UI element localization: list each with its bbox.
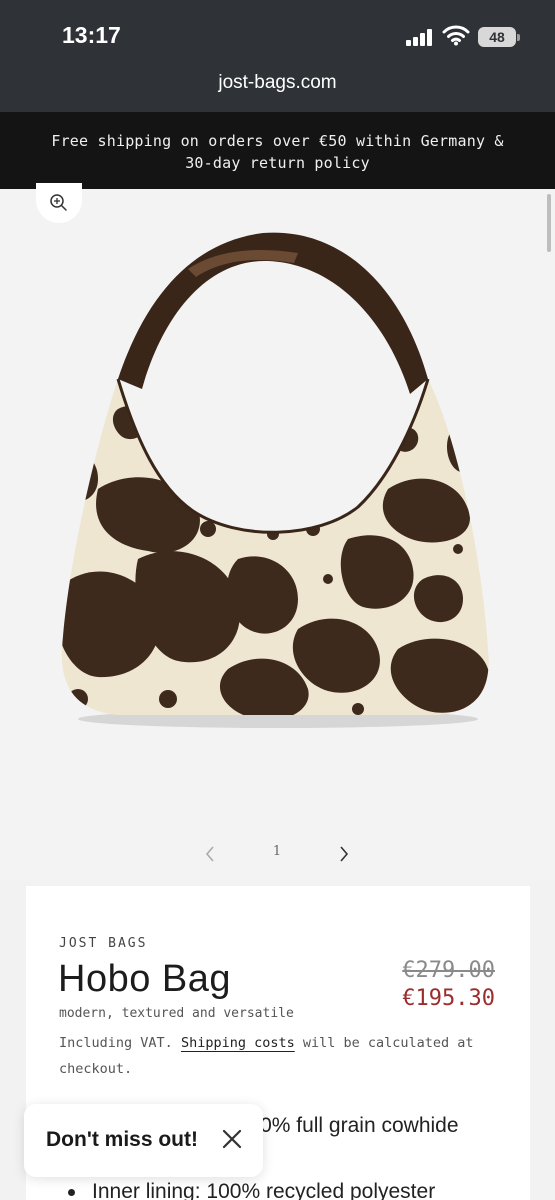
product-image[interactable]: [58, 229, 498, 729]
status-time: 13:17: [62, 22, 121, 48]
close-icon[interactable]: [221, 1128, 243, 1150]
product-subtitle: modern, textured and versatile: [59, 1006, 294, 1021]
price-compare: €279.00: [402, 958, 495, 983]
product-title: Hobo Bag: [58, 958, 232, 1000]
feature-text: Inner lining: 100% recycled polyester: [92, 1180, 436, 1200]
address-bar[interactable]: jost-bags.com: [0, 62, 555, 112]
zoom-button[interactable]: [36, 183, 82, 223]
announcement-bar: Free shipping on orders over €50 within …: [0, 112, 555, 189]
tax-note: Including VAT. Shipping costs will be ca…: [59, 1030, 479, 1082]
bullet: [68, 1189, 75, 1196]
product-vendor: JOST BAGS: [59, 936, 148, 951]
zoom-in-icon: [50, 194, 67, 211]
chevron-left-icon: [205, 846, 214, 862]
scroll-indicator[interactable]: [547, 194, 551, 252]
wifi-icon: [442, 25, 470, 46]
chevron-right-icon: [340, 846, 349, 862]
status-bar: 13:17 48: [0, 0, 555, 62]
tax-prefix: Including VAT.: [59, 1035, 173, 1051]
shipping-costs-link[interactable]: Shipping costs: [181, 1035, 295, 1051]
slider-prev-button[interactable]: [196, 840, 224, 868]
image-slider-nav: 1: [0, 838, 555, 870]
product-media: [0, 183, 555, 879]
slider-next-button[interactable]: [330, 840, 358, 868]
slider-counter: 1: [272, 844, 282, 859]
signal-icon: [406, 28, 436, 46]
newsletter-popup[interactable]: Don't miss out!: [24, 1104, 263, 1177]
popup-text[interactable]: Don't miss out!: [46, 1128, 198, 1152]
battery-icon: 48: [478, 27, 520, 47]
price-sale: €195.30: [402, 986, 495, 1011]
